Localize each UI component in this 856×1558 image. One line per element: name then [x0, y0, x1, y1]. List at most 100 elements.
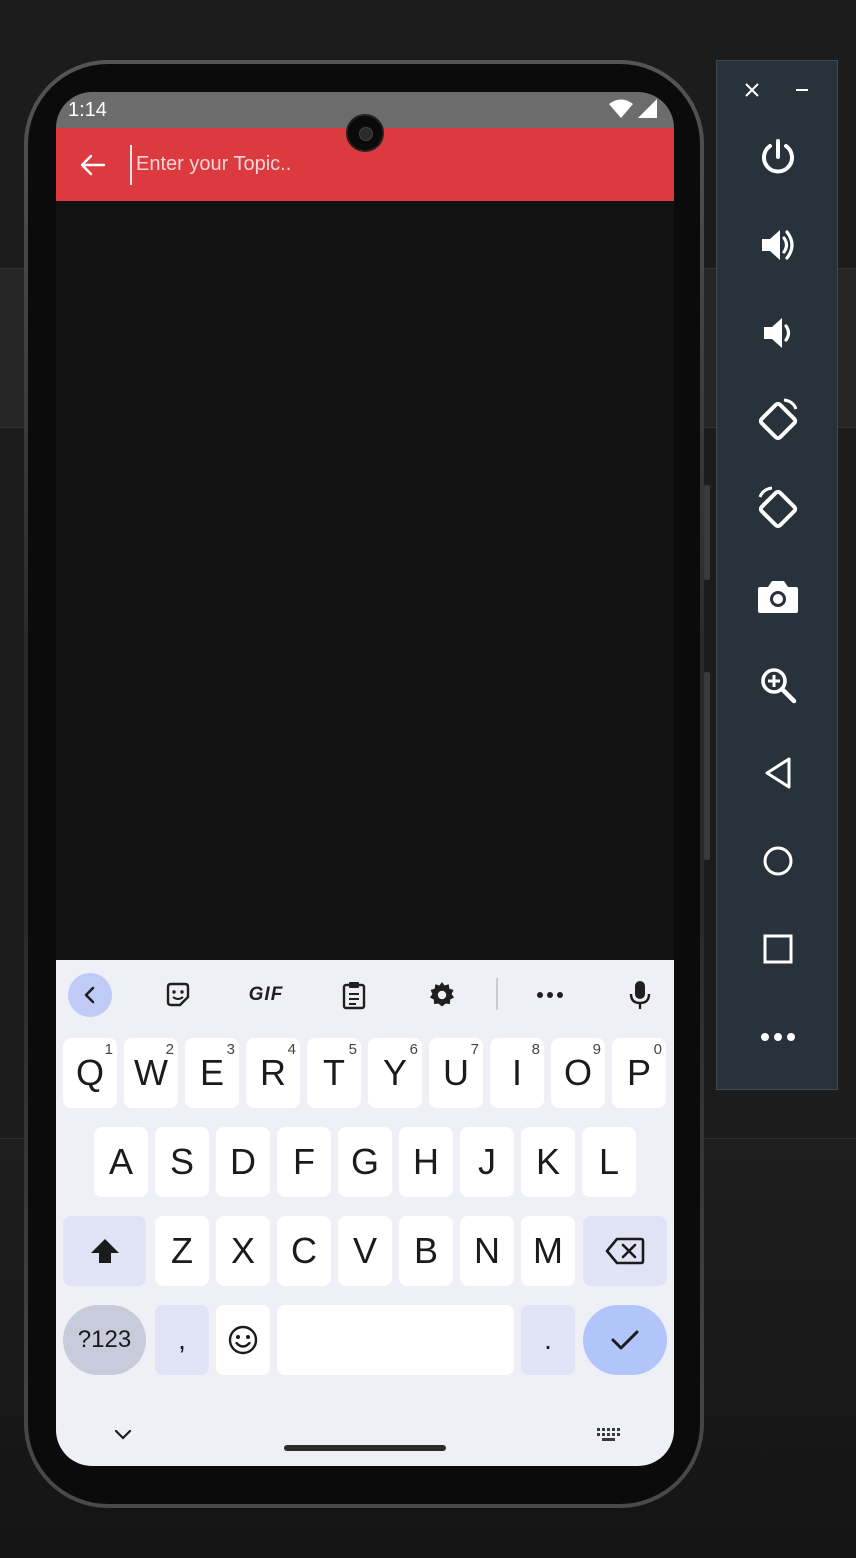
key-y[interactable]: Y6	[368, 1038, 422, 1108]
key-label: X	[230, 1230, 255, 1271]
back-button[interactable]	[56, 128, 130, 201]
key-n[interactable]: N	[460, 1216, 514, 1286]
key-hint: 3	[226, 1041, 235, 1058]
key-g[interactable]: G	[338, 1127, 392, 1197]
key-w[interactable]: W2	[124, 1038, 178, 1108]
switch-keyboard-button[interactable]	[594, 1420, 624, 1450]
emulator-toolbar	[716, 60, 838, 1090]
key-i[interactable]: I8	[490, 1038, 544, 1108]
power-button[interactable]	[748, 127, 808, 187]
key-label: A	[108, 1141, 133, 1182]
camera-icon	[758, 581, 798, 613]
clipboard-icon	[342, 982, 366, 1010]
volume-up-button[interactable]	[748, 215, 808, 275]
key-u[interactable]: U7	[429, 1038, 483, 1108]
key-hint: 2	[165, 1041, 174, 1058]
hide-keyboard-button[interactable]	[108, 1420, 138, 1450]
volume-down-icon	[764, 318, 791, 348]
key-label: K	[535, 1141, 560, 1182]
gif-button[interactable]: GIF	[244, 973, 288, 1017]
key-hint: 9	[592, 1041, 601, 1058]
key-f[interactable]: F	[277, 1127, 331, 1197]
key-r[interactable]: R4	[246, 1038, 300, 1108]
enter-key[interactable]	[583, 1305, 667, 1375]
key-l[interactable]: L	[582, 1127, 636, 1197]
minimize-window-button[interactable]	[787, 75, 817, 105]
rotate-right-button[interactable]	[748, 479, 808, 539]
key-hint: 0	[653, 1041, 662, 1058]
key-o[interactable]: O9	[551, 1038, 605, 1108]
key-label: B	[413, 1230, 438, 1271]
key-v[interactable]: V	[338, 1216, 392, 1286]
key-label: F	[293, 1141, 315, 1182]
key-label: ?123	[77, 1326, 132, 1353]
key-label: Y	[382, 1052, 407, 1093]
backspace-key[interactable]	[583, 1216, 667, 1286]
minimize-icon	[796, 89, 808, 91]
back-triangle-icon	[765, 757, 791, 789]
gif-label: GIF	[248, 984, 284, 1005]
rotate-left-icon	[758, 398, 798, 441]
key-d[interactable]: D	[216, 1127, 270, 1197]
home-nav-button[interactable]	[748, 831, 808, 891]
key-j[interactable]: J	[460, 1127, 514, 1197]
key-q[interactable]: Q1	[63, 1038, 117, 1108]
key-e[interactable]: E3	[185, 1038, 239, 1108]
key-label: S	[169, 1141, 194, 1182]
period-key[interactable]: .	[521, 1305, 575, 1375]
key-a[interactable]: A	[94, 1127, 148, 1197]
rotate-left-button[interactable]	[748, 391, 808, 451]
more-options-button[interactable]	[528, 973, 572, 1017]
symbols-key[interactable]: ?123	[63, 1305, 146, 1375]
key-label: R	[260, 1052, 286, 1093]
more-button[interactable]	[748, 1007, 808, 1067]
shift-icon	[90, 1239, 119, 1263]
settings-button[interactable]	[420, 973, 464, 1017]
checkmark-icon	[611, 1330, 639, 1350]
soft-keyboard: GIF Q 1 W 2 E 3 R 4 T 5 Y 6 U 7 I 8 O 9 …	[56, 960, 674, 1466]
key-x[interactable]: X	[216, 1216, 270, 1286]
key-c[interactable]: C	[277, 1216, 331, 1286]
key-z[interactable]: Z	[155, 1216, 209, 1286]
key-label: H	[413, 1141, 439, 1182]
key-label: E	[199, 1052, 224, 1093]
voice-input-button[interactable]	[618, 973, 662, 1017]
more-horizontal-icon	[537, 992, 563, 998]
key-label: J	[478, 1141, 496, 1182]
close-window-button[interactable]	[737, 75, 767, 105]
close-icon	[745, 83, 759, 97]
spacebar[interactable]	[277, 1305, 514, 1375]
sticker-button[interactable]	[156, 973, 200, 1017]
volume-up-icon	[762, 230, 794, 260]
key-h[interactable]: H	[399, 1127, 453, 1197]
power-icon	[762, 139, 794, 174]
zoom-button[interactable]	[748, 655, 808, 715]
key-k[interactable]: K	[521, 1127, 575, 1197]
key-label: Z	[171, 1230, 193, 1271]
key-label: Q	[75, 1052, 104, 1093]
keyboard-toolbar: GIF	[56, 960, 674, 1026]
more-icon	[761, 1033, 795, 1041]
overview-square-icon	[763, 934, 793, 964]
back-nav-button[interactable]	[748, 743, 808, 803]
topic-search-input[interactable]	[130, 144, 658, 185]
key-label: .	[544, 1324, 552, 1355]
key-p[interactable]: P0	[612, 1038, 666, 1108]
key-m[interactable]: M	[521, 1216, 575, 1286]
screenshot-button[interactable]	[748, 567, 808, 627]
key-hint: 5	[348, 1041, 357, 1058]
gesture-nav-bar[interactable]	[284, 1445, 446, 1451]
backspace-icon	[605, 1237, 645, 1265]
collapse-toolbar-button[interactable]	[68, 973, 112, 1017]
key-label: M	[533, 1230, 563, 1271]
home-circle-icon	[763, 846, 793, 876]
key-b[interactable]: B	[399, 1216, 453, 1286]
key-s[interactable]: S	[155, 1127, 209, 1197]
overview-nav-button[interactable]	[748, 919, 808, 979]
shift-key[interactable]	[63, 1216, 146, 1286]
key-t[interactable]: T5	[307, 1038, 361, 1108]
volume-down-button[interactable]	[748, 303, 808, 363]
emoji-key[interactable]	[216, 1305, 270, 1375]
clipboard-button[interactable]	[332, 973, 376, 1017]
comma-key[interactable]: ,	[155, 1305, 209, 1375]
